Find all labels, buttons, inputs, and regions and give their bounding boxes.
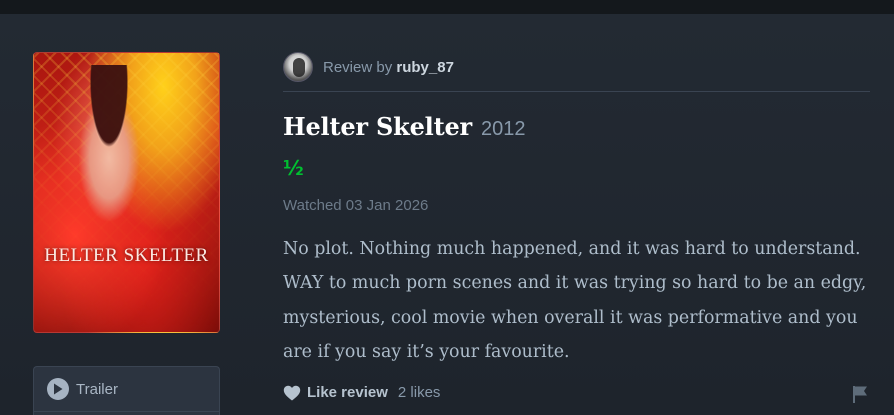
heart-icon[interactable] [283,385,301,401]
review-header: Review by ruby_87 [283,52,870,92]
poster-title: HELTER SKELTER [44,245,209,266]
top-bar [0,0,894,14]
trailer-button[interactable]: Trailer [33,366,220,415]
rating-stars: ½ [283,156,304,180]
play-icon [47,378,69,400]
watched-date: Watched 03 Jan 2026 [283,197,429,214]
poster-art-figure [64,65,154,235]
film-poster[interactable]: HELTER SKELTER [33,52,220,333]
review-byline: Review by ruby_87 [323,59,454,76]
trailer-divider [34,411,219,412]
like-review-button[interactable]: Like review [307,384,388,401]
review-body: No plot. Nothing much happened, and it w… [283,239,867,362]
avatar[interactable] [283,52,313,82]
review-by-prefix: Review by [323,59,393,76]
review-actions: Like review 2 likes [283,384,440,401]
trailer-label: Trailer [76,380,118,398]
film-year[interactable]: 2012 [481,118,526,141]
reviewer-username[interactable]: ruby_87 [396,59,454,76]
film-title[interactable]: Helter Skelter [283,112,472,141]
film-heading: Helter Skelter 2012 [283,112,525,141]
likes-count[interactable]: 2 likes [398,384,441,401]
flag-icon[interactable] [852,385,868,403]
